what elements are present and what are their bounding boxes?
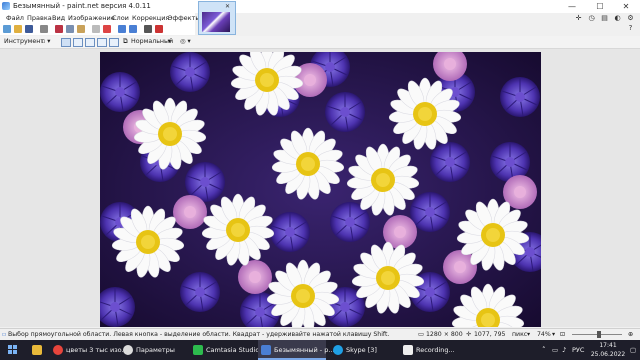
zoom-fit-icon[interactable]: ⊡ xyxy=(560,331,565,338)
keyboard-language[interactable]: РУС xyxy=(572,346,584,354)
blend-mode-chevron-icon[interactable]: ▾ xyxy=(168,38,171,45)
recording-icon xyxy=(403,345,413,355)
units-chevron-icon[interactable]: ▾ xyxy=(527,331,530,338)
file-explorer-taskbar-icon[interactable] xyxy=(28,340,46,360)
flower-photo xyxy=(100,52,541,327)
redo-icon[interactable] xyxy=(129,25,137,33)
selection-mode-intersect-icon[interactable] xyxy=(97,38,107,47)
crop-icon[interactable] xyxy=(92,25,100,33)
tool-options-bar: Инструмент ▫ ▾ ⧉ Нормальный ▾ ◎ ▾ xyxy=(0,36,640,49)
maximize-button[interactable]: ☐ xyxy=(588,0,612,13)
zoom-value[interactable]: 74% xyxy=(537,331,551,338)
deselect-icon[interactable] xyxy=(103,25,111,33)
taskbar-label: Skype [3] xyxy=(346,346,377,354)
skype-icon xyxy=(333,345,343,355)
network-icon[interactable]: ▭ xyxy=(552,346,558,354)
menu-view[interactable]: Вид xyxy=(52,14,65,22)
menu-image[interactable]: Изображение xyxy=(68,14,115,22)
taskbar-item-settings[interactable]: Параметры xyxy=(120,340,186,360)
close-tab-icon[interactable]: ✕ xyxy=(225,3,230,10)
zoom-slider-thumb[interactable] xyxy=(597,331,601,338)
antialias-icon[interactable]: ◎ ▾ xyxy=(180,38,191,45)
tool-label: Инструмент xyxy=(4,38,45,45)
image-canvas[interactable] xyxy=(100,52,541,327)
title-bar: Безымянный - paint.net версия 4.0.11 — ☐… xyxy=(0,0,640,13)
camtasia-icon xyxy=(193,345,203,355)
layers-window-icon[interactable]: ▤ xyxy=(600,14,609,23)
zoom-chevron-icon[interactable]: ▾ xyxy=(552,331,555,338)
taskbar-item-chrome[interactable]: цветы 3 тыс изо... xyxy=(50,340,128,360)
notifications-icon[interactable]: ▢ xyxy=(630,346,636,354)
selection-mode-replace-icon[interactable] xyxy=(61,38,71,47)
copy-icon[interactable] xyxy=(66,25,74,33)
windows-taskbar: цветы 3 тыс изо... Параметры Camtasia St… xyxy=(0,340,640,360)
menu-effects[interactable]: Эффекты xyxy=(168,14,201,22)
menu-edit[interactable]: Правка xyxy=(27,14,52,22)
units-dropdown[interactable]: пикс xyxy=(512,331,527,338)
taskbar-label: Безымянный - p... xyxy=(274,346,335,354)
settings-gear-icon[interactable]: ⚙ xyxy=(626,14,635,23)
paintnet-app-icon xyxy=(2,2,10,10)
save-icon[interactable] xyxy=(25,25,33,33)
cursor-position-icon: ✛ xyxy=(466,331,472,338)
thumbnail-image xyxy=(202,12,230,32)
taskbar-item-skype[interactable]: Skype [3] xyxy=(330,340,396,360)
status-hint: Выбор прямоугольной области. Левая кнопк… xyxy=(8,331,390,338)
tray-chevron-icon[interactable]: ˄ xyxy=(542,346,546,354)
undo-icon[interactable] xyxy=(118,25,126,33)
menu-adjustments[interactable]: Коррекция xyxy=(132,14,169,22)
minimize-button[interactable]: — xyxy=(560,0,584,13)
taskbar-label: Параметры xyxy=(136,346,175,354)
image-size: 1280 × 800 xyxy=(426,331,463,338)
menu-layers[interactable]: Слои xyxy=(112,14,129,22)
image-tab-thumbnail[interactable]: ✕ xyxy=(198,1,236,35)
settings-gear-icon xyxy=(123,345,133,355)
image-size-icon: ▭ xyxy=(418,331,424,338)
taskbar-label: цветы 3 тыс изо... xyxy=(66,346,128,354)
print-icon[interactable] xyxy=(40,25,48,33)
colors-window-icon[interactable]: ◐ xyxy=(613,14,622,23)
blend-mode-icon: ⧉ xyxy=(123,38,128,45)
taskbar-label: Recording... xyxy=(416,346,455,354)
paintnet-icon xyxy=(261,345,271,355)
selection-tool-icon: ▫ xyxy=(2,331,7,338)
chrome-icon xyxy=(53,345,63,355)
selection-mode-invert-icon[interactable] xyxy=(109,38,119,47)
grid-icon[interactable] xyxy=(144,25,152,33)
main-toolbar xyxy=(0,24,195,35)
taskbar-item-camtasia[interactable]: Camtasia Studio ... xyxy=(190,340,268,360)
cut-icon[interactable] xyxy=(55,25,63,33)
new-file-icon[interactable] xyxy=(3,25,11,33)
clock-time[interactable]: 17:41 xyxy=(590,342,626,349)
cursor-position: 1077, 795 xyxy=(474,331,506,338)
zoom-in-icon[interactable]: ⊕ xyxy=(628,331,633,338)
selection-mode-union-icon[interactable] xyxy=(73,38,83,47)
menu-file[interactable]: Файл xyxy=(6,14,24,22)
history-window-icon[interactable]: ◷ xyxy=(587,14,596,23)
start-button[interactable] xyxy=(0,340,26,360)
blend-mode-dropdown[interactable]: Нормальный xyxy=(131,38,173,45)
clock-date[interactable]: 25.06.2022 xyxy=(588,351,628,358)
taskbar-item-paintnet[interactable]: Безымянный - p... xyxy=(258,340,335,360)
ruler-icon[interactable] xyxy=(155,25,163,33)
paste-icon[interactable] xyxy=(77,25,85,33)
tools-window-icon[interactable]: ✛ xyxy=(574,14,583,23)
window-title: Безымянный - paint.net версия 4.0.11 xyxy=(13,2,151,10)
close-button[interactable]: ✕ xyxy=(614,0,638,13)
menu-bar: Файл Правка Вид Изображение Слои Коррекц… xyxy=(0,13,201,24)
open-file-icon[interactable] xyxy=(14,25,22,33)
tool-dropdown[interactable]: ▫ ▾ xyxy=(41,38,50,45)
help-icon[interactable]: ? xyxy=(626,24,635,33)
selection-mode-exclude-icon[interactable] xyxy=(85,38,95,47)
taskbar-item-recording[interactable]: Recording... xyxy=(400,340,466,360)
volume-icon[interactable]: ♪ xyxy=(562,346,566,354)
